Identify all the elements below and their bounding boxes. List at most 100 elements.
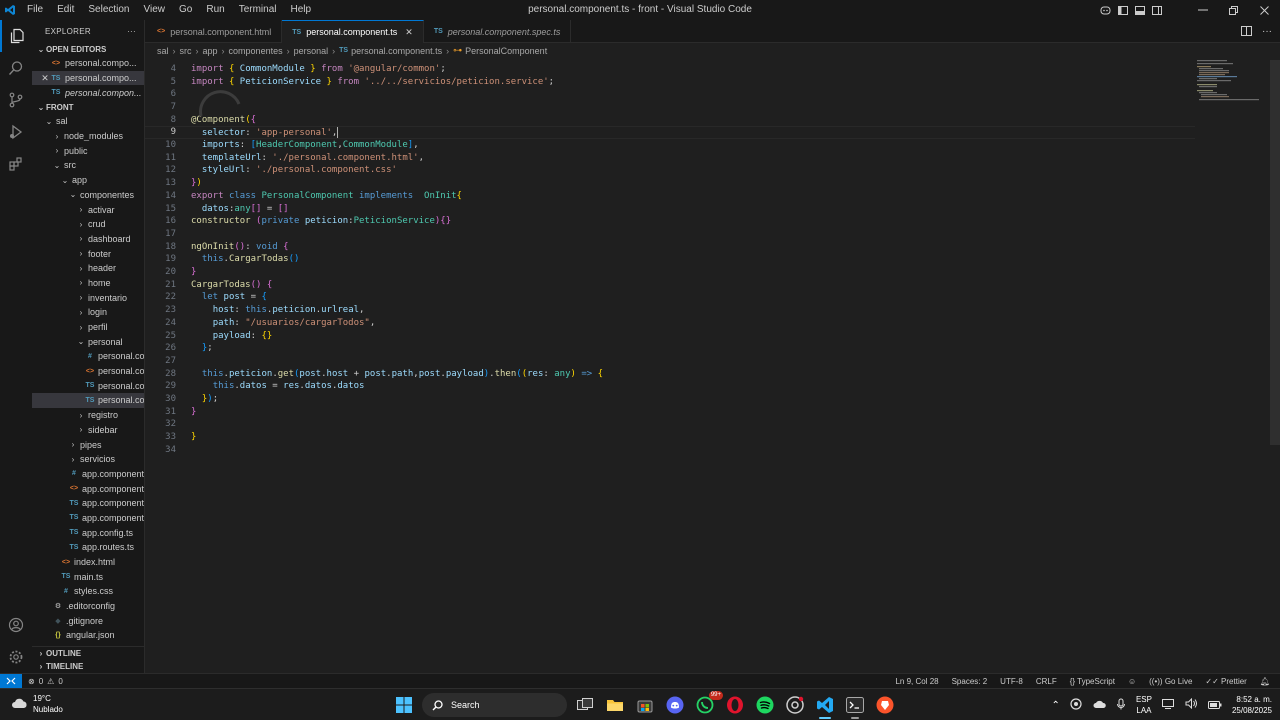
breadcrumb-item[interactable]: personal — [294, 46, 329, 56]
tree-folder[interactable]: › crud — [32, 217, 144, 232]
show-hidden-icons-chevron-icon[interactable]: ⌃ — [1052, 700, 1060, 711]
weather-widget[interactable]: 19°C Nublado — [10, 693, 63, 715]
maximize-icon[interactable] — [1218, 0, 1249, 20]
toggle-primary-sidebar-icon[interactable] — [1114, 0, 1131, 20]
menu-file[interactable]: File — [20, 0, 50, 20]
prettier-button[interactable]: ✓✓ Prettier — [1205, 677, 1246, 686]
terminal-icon[interactable] — [843, 693, 867, 719]
tree-folder[interactable]: › node_modules — [32, 129, 144, 144]
tree-folder[interactable]: › perfil — [32, 320, 144, 335]
tab-0[interactable]: <> personal.component.html — [145, 20, 283, 43]
tree-folder[interactable]: › header — [32, 261, 144, 276]
tray-cloud-icon[interactable] — [1092, 698, 1106, 712]
opera-icon[interactable] — [723, 693, 747, 717]
tree-file[interactable]: ◆ .gitignore — [32, 613, 144, 628]
remote-indicator-icon[interactable] — [0, 673, 22, 689]
open-editor-item[interactable]: ✕ TS personal.compo... — [32, 70, 144, 86]
open-editor-item[interactable]: TS personal.compon... — [32, 85, 144, 100]
end-of-line[interactable]: CRLF — [1036, 677, 1057, 686]
tree-folder[interactable]: › servicios — [32, 452, 144, 467]
toggle-panel-icon[interactable] — [1131, 0, 1148, 20]
tree-folder[interactable]: › public — [32, 143, 144, 158]
tree-file[interactable]: # app.component.css — [32, 467, 144, 482]
menu-edit[interactable]: Edit — [50, 0, 81, 20]
close-window-icon[interactable] — [1249, 0, 1280, 20]
account-icon[interactable] — [0, 609, 32, 641]
breadcrumb-item[interactable]: app — [203, 46, 218, 56]
copilot-status-icon[interactable]: ☺ — [1128, 677, 1136, 686]
tree-folder[interactable]: › dashboard — [32, 232, 144, 247]
go-live-button[interactable]: ((•)) Go Live — [1149, 677, 1192, 686]
tree-file[interactable]: <>personal.comp... — [32, 364, 144, 379]
tree-folder[interactable]: ⌄ src — [32, 158, 144, 173]
microphone-icon[interactable] — [1116, 698, 1126, 713]
tree-file[interactable]: {} angular.json — [32, 628, 144, 643]
tree-folder[interactable]: ⌄ componentes — [32, 188, 144, 203]
explorer-icon[interactable] — [0, 20, 32, 52]
breadcrumb-item[interactable]: sal — [157, 46, 169, 56]
tree-folder[interactable]: › activar — [32, 202, 144, 217]
menu-selection[interactable]: Selection — [81, 0, 136, 20]
tab-2[interactable]: TS personal.component.spec.ts — [424, 20, 572, 43]
close-tab-icon[interactable]: ✕ — [405, 27, 413, 38]
tray-app-icon[interactable] — [1070, 697, 1082, 713]
problems-indicator[interactable]: ⊗ 0 ⚠ 0 — [28, 677, 63, 686]
breadcrumb-item[interactable]: src — [180, 46, 192, 56]
tree-folder[interactable]: › footer — [32, 246, 144, 261]
spotify-icon[interactable] — [753, 693, 777, 717]
tree-file[interactable]: # styles.css — [32, 584, 144, 599]
tree-folder[interactable]: ⌄ app — [32, 173, 144, 188]
code-editor[interactable]: 4 import { CommonModule } from '@angular/… — [145, 58, 1280, 673]
encoding[interactable]: UTF-8 — [1000, 677, 1023, 686]
volume-icon[interactable] — [1185, 697, 1198, 712]
tree-file[interactable]: <>app.component.h... — [32, 481, 144, 496]
menu-view[interactable]: View — [137, 0, 173, 20]
tree-file[interactable]: ⚙ .editorconfig — [32, 599, 144, 614]
breadcrumb-item[interactable]: PersonalComponent — [465, 46, 547, 56]
search-icon[interactable] — [0, 52, 32, 84]
tree-folder[interactable]: › login — [32, 305, 144, 320]
breadcrumb-item[interactable]: componentes — [229, 46, 283, 56]
source-control-icon[interactable] — [0, 84, 32, 116]
more-actions-icon[interactable]: ··· — [127, 27, 136, 36]
input-language[interactable]: ESP LAA — [1136, 694, 1152, 716]
taskbar-clock[interactable]: 8:52 a. m. 25/08/2025 — [1232, 694, 1272, 716]
split-editor-icon[interactable] — [1241, 25, 1252, 39]
run-debug-icon[interactable] — [0, 116, 32, 148]
copilot-icon[interactable] — [1097, 0, 1114, 20]
vscode-taskbar-icon[interactable] — [813, 693, 837, 719]
tree-folder[interactable]: › pipes — [32, 437, 144, 452]
menu-help[interactable]: Help — [284, 0, 319, 20]
open-editor-item[interactable]: <> personal.compo... — [32, 56, 144, 71]
microsoft-store-icon[interactable] — [633, 693, 657, 717]
outline-header[interactable]: › OUTLINE — [32, 647, 144, 660]
notifications-bell-icon[interactable]: 🔔︎ — [1260, 677, 1270, 686]
menu-terminal[interactable]: Terminal — [232, 0, 284, 20]
tree-folder[interactable]: ⌄ personal — [32, 334, 144, 349]
more-actions-icon[interactable]: ··· — [1262, 26, 1272, 37]
open-editors-header[interactable]: ⌄ OPEN EDITORS — [32, 42, 144, 56]
tree-folder[interactable]: › inventario — [32, 290, 144, 305]
customize-layout-icon[interactable] — [1165, 0, 1187, 20]
timeline-header[interactable]: › TIMELINE — [32, 660, 144, 673]
minimap[interactable] — [1195, 58, 1270, 103]
tree-file[interactable]: TSpersonal.comp... — [32, 378, 144, 393]
task-view-icon[interactable] — [573, 693, 597, 717]
indentation[interactable]: Spaces: 2 — [952, 677, 988, 686]
tree-folder[interactable]: › registro — [32, 408, 144, 423]
brave-icon[interactable] — [873, 693, 897, 717]
folder-header-front[interactable]: ⌄ FRONT — [32, 100, 144, 114]
discord-icon[interactable] — [663, 693, 687, 717]
tree-file[interactable]: <> index.html — [32, 555, 144, 570]
tree-file[interactable]: TSapp.component.ts — [32, 511, 144, 526]
extensions-icon[interactable] — [0, 148, 32, 180]
manage-gear-icon[interactable] — [0, 641, 32, 673]
language-mode[interactable]: {} TypeScript — [1070, 677, 1115, 686]
vertical-scrollbar[interactable] — [1270, 60, 1280, 445]
tree-file[interactable]: TS app.routes.ts — [32, 540, 144, 555]
toggle-secondary-sidebar-icon[interactable] — [1148, 0, 1165, 20]
tree-file[interactable]: TSapp.component.s... — [32, 496, 144, 511]
tree-folder[interactable]: › home — [32, 276, 144, 291]
battery-icon[interactable] — [1207, 698, 1222, 712]
network-icon[interactable] — [1161, 698, 1175, 712]
